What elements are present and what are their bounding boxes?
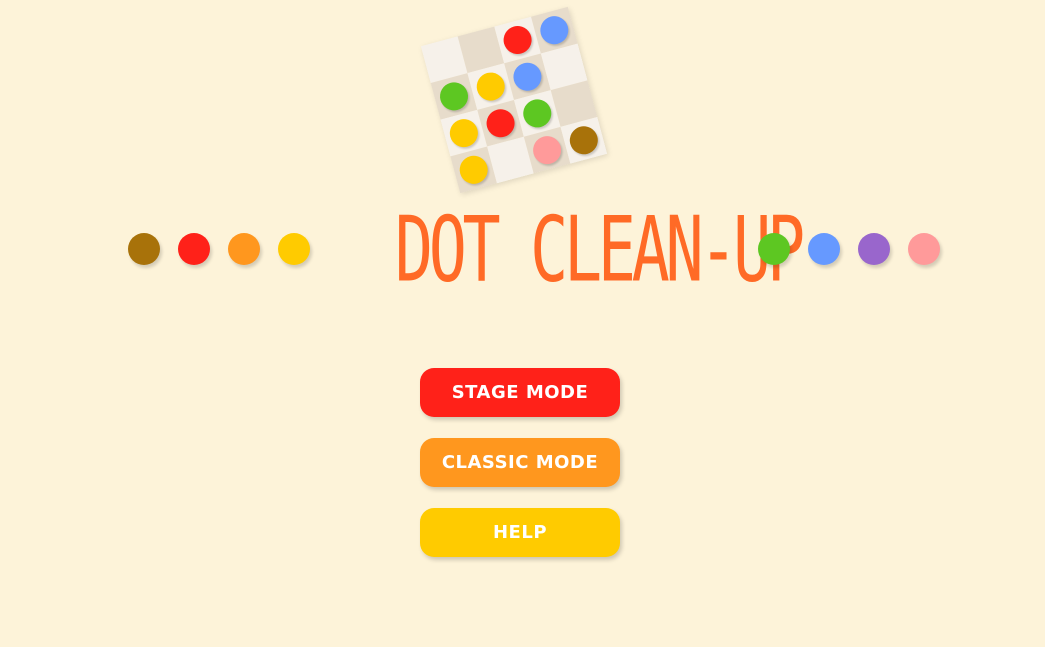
board-dot-blue xyxy=(537,13,572,48)
logo-board xyxy=(420,6,608,194)
board-dot-green xyxy=(520,96,555,131)
title-dot-purple xyxy=(858,233,890,265)
board-dot-blue xyxy=(510,59,545,94)
title-dot-pink xyxy=(908,233,940,265)
title-dot-green xyxy=(758,233,790,265)
board-dot-yellow xyxy=(473,69,508,104)
board-dot-brown xyxy=(566,123,601,158)
stage-mode-button[interactable]: STAGE MODE xyxy=(420,368,620,417)
board-dot-yellow xyxy=(456,152,491,187)
board-dot-pink xyxy=(529,132,565,168)
board-dot-yellow xyxy=(446,115,482,151)
board-dot-green xyxy=(436,79,472,114)
help-button[interactable]: HELP xyxy=(420,508,620,557)
game-title: DOT CLEAN-UP xyxy=(394,196,805,303)
board-dot-red xyxy=(483,106,518,141)
title-dot-red xyxy=(178,233,210,265)
title-dot-brown xyxy=(128,233,160,265)
board-cell xyxy=(560,117,608,164)
classic-mode-button[interactable]: CLASSIC MODE xyxy=(420,438,620,487)
board-dot-red xyxy=(500,22,535,58)
title-dot-blue xyxy=(808,233,840,265)
title-dot-yellow xyxy=(278,233,310,265)
title-dot-orange xyxy=(228,233,260,265)
